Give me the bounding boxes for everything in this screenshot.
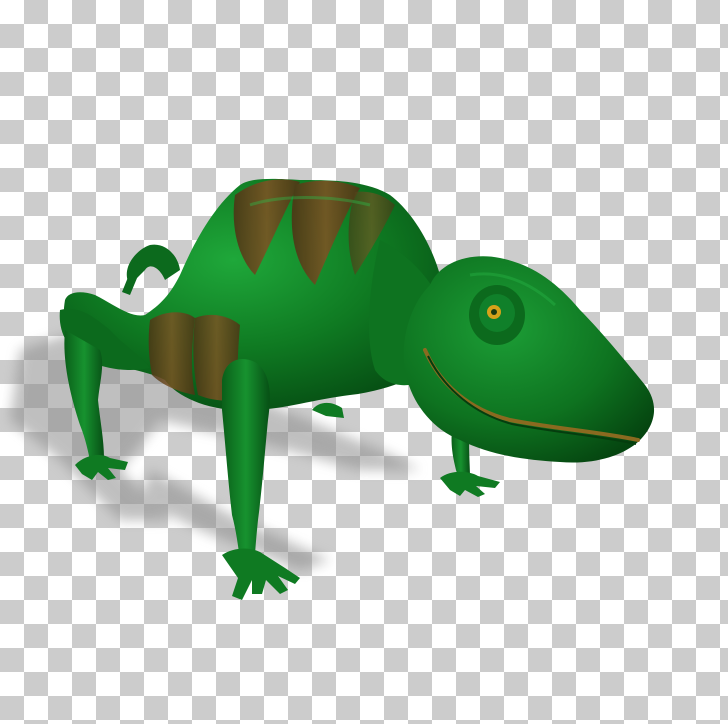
chameleon-illustration <box>10 178 655 600</box>
middle-leg <box>312 402 344 418</box>
image-canvas <box>0 0 728 724</box>
eye-icon <box>469 285 525 345</box>
back-far-leg <box>122 244 180 295</box>
